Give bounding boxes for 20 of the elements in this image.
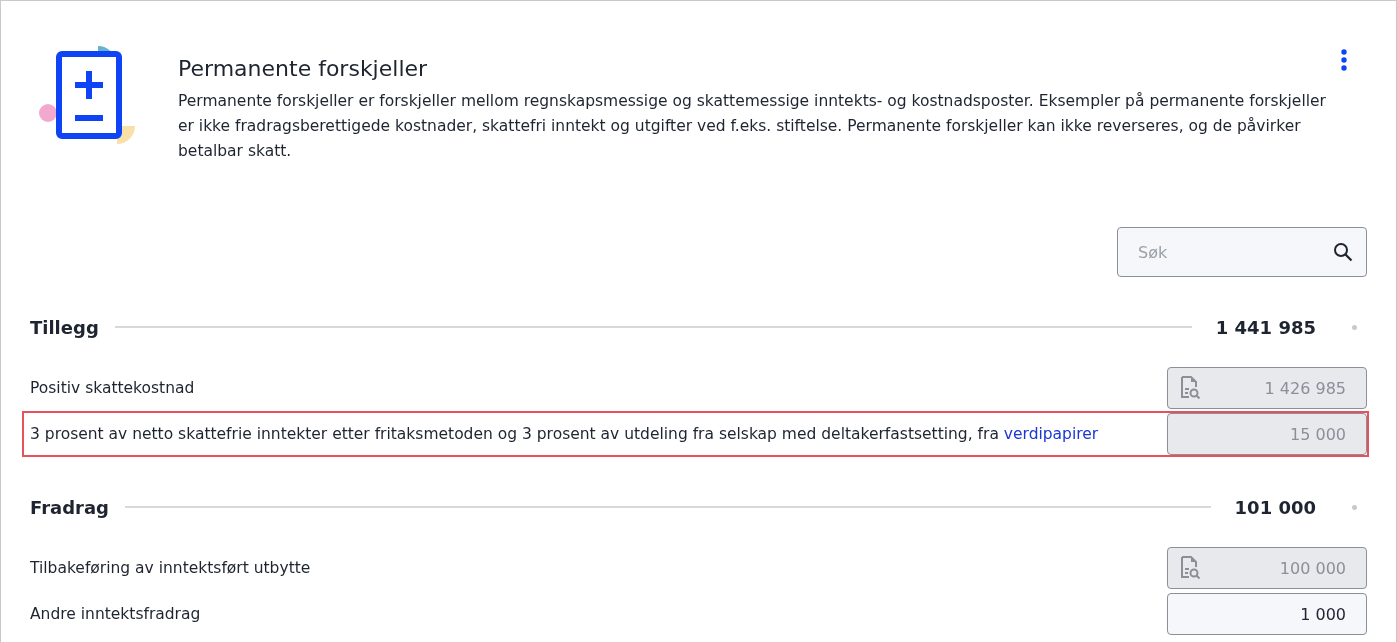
amount-value: 100 000 <box>1279 558 1346 578</box>
status-dot-icon <box>1352 504 1357 510</box>
search-icon <box>1333 242 1353 262</box>
amount-field[interactable]: 1 000 <box>1167 593 1367 635</box>
section-title: Tillegg <box>30 316 99 338</box>
section-total: 101 000 <box>1234 496 1316 518</box>
status-dot-icon <box>1352 324 1357 330</box>
more-options-icon[interactable] <box>1341 49 1347 71</box>
row-label: Positiv skattekostnad <box>30 378 195 399</box>
row-label: 3 prosent av netto skattefrie inntekter etter fritaksmetoden og 3 prosent av utdeling fra selskap med deltakerfastsetting, fra verdipapirer <box>30 424 1099 445</box>
section-title: Fradrag <box>30 496 109 518</box>
search-field[interactable]: Søk <box>1117 227 1367 277</box>
row-label: Tilbakeføring av inntektsført utbytte <box>30 558 311 579</box>
page-title: Permanente forskjeller <box>178 56 428 81</box>
amount-value: 1 000 <box>1300 604 1346 624</box>
section-total: 1 441 985 <box>1215 316 1316 338</box>
amount-value: 15 000 <box>1290 424 1346 444</box>
page-description: Permanente forskjeller er forskjeller mellom regnskapsmessige og skattemessige inntekts- og kostnadsposter. Eksempler på permanente forskjeller er ikke fradragsberettigede kostnader, skattefri inntekt og utgifter ved f.eks. stiftelse. Permanente forskjeller kan ikke reverseres, og de påvirker betalbar skatt. <box>178 91 1327 162</box>
amount-value: 1 426 985 <box>1264 378 1346 398</box>
row-label: Andre inntektsfradrag <box>30 604 201 625</box>
